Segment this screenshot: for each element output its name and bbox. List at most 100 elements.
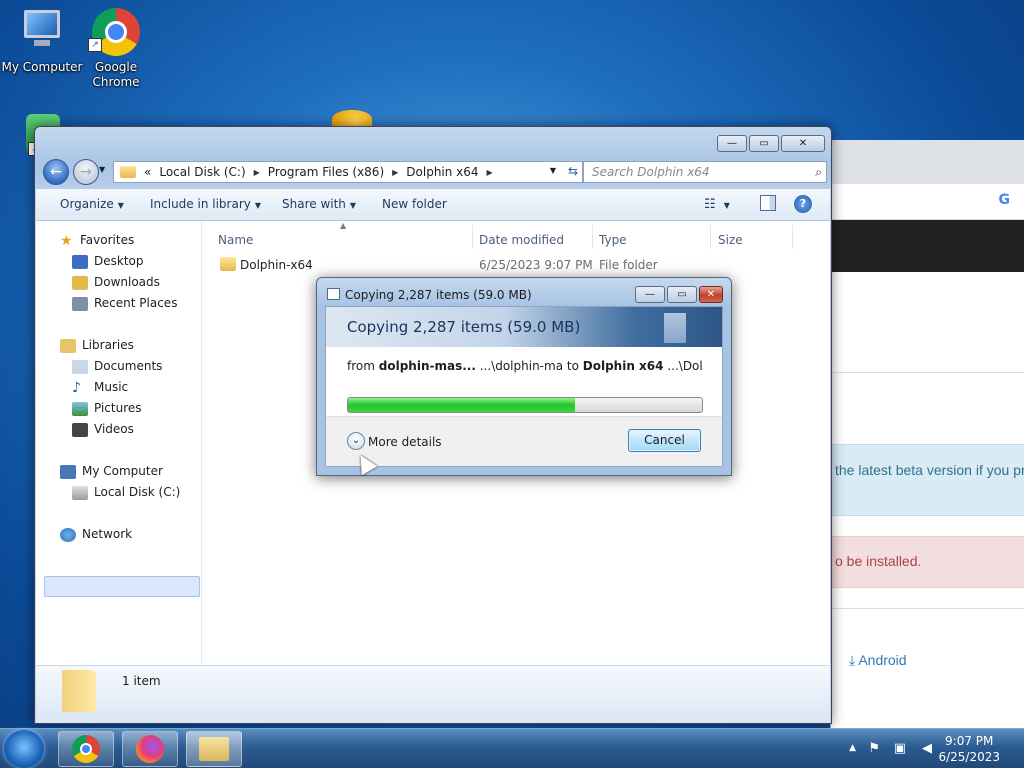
show-hidden-icons-button[interactable]: ▲	[849, 743, 856, 753]
network-icon	[60, 527, 76, 542]
close-button[interactable]: ✕	[699, 286, 723, 303]
help-icon[interactable]: ?	[794, 195, 812, 213]
search-input[interactable]: Search Dolphin x64 ⌕	[583, 161, 827, 183]
to-label: to	[566, 359, 579, 373]
videos-icon	[72, 422, 88, 437]
nav-my-computer[interactable]: My Computer	[60, 461, 163, 482]
window-controls: — ▭ ✕	[717, 135, 825, 152]
column-header-date[interactable]: Date modified	[479, 233, 564, 247]
nav-pictures[interactable]: Pictures	[72, 398, 142, 419]
copy-icon	[327, 288, 340, 300]
nav-documents-label: Documents	[94, 359, 163, 373]
volume-icon[interactable]: ◀	[922, 741, 932, 756]
clock[interactable]: 9:07 PM 6/25/2023	[938, 733, 1000, 765]
firefox-icon	[136, 735, 164, 763]
address-bar[interactable]: « Local Disk (C:) ▶ Program Files (x86) …	[113, 161, 583, 183]
column-divider[interactable]	[792, 225, 793, 249]
nav-desktop[interactable]: Desktop	[72, 251, 144, 272]
maximize-button[interactable]: ▭	[667, 286, 697, 303]
nav-documents[interactable]: Documents	[72, 356, 162, 377]
nav-favorites[interactable]: ★ Favorites	[60, 230, 134, 251]
breadcrumb-dolphin[interactable]: Dolphin x64	[406, 165, 478, 179]
column-divider[interactable]	[592, 225, 593, 249]
close-button[interactable]: ✕	[781, 135, 825, 152]
desktop-icon-google-chrome[interactable]: ↗ Google Chrome	[74, 8, 158, 90]
nav-recent-places[interactable]: Recent Places	[72, 293, 177, 314]
search-icon[interactable]: ⌕	[815, 162, 822, 182]
copy-progress-bar	[347, 397, 703, 413]
source-name[interactable]: dolphin-mas...	[379, 359, 476, 373]
chevron-down-icon: ⌄	[351, 435, 361, 446]
nav-downloads[interactable]: Downloads	[72, 272, 160, 293]
table-row[interactable]: Dolphin-x64 6/25/2023 9:07 PM File folde…	[216, 255, 830, 275]
preview-pane-icon[interactable]	[760, 195, 776, 211]
google-icon[interactable]: G	[999, 192, 1011, 208]
column-header-name[interactable]: Name	[218, 233, 253, 247]
organize-button[interactable]: Organize ▼	[60, 197, 124, 211]
dialog-title: Copying 2,287 items (59.0 MB)	[345, 288, 532, 302]
expand-details-button[interactable]: ⌄	[347, 432, 365, 450]
back-button[interactable]: ←	[43, 159, 69, 185]
nav-local-disk-label: Local Disk (C:)	[94, 485, 181, 499]
chevron-down-icon: ▼	[254, 201, 262, 210]
taskbar-firefox[interactable]	[122, 731, 178, 767]
documents-icon	[72, 359, 88, 374]
refresh-icon[interactable]: ⇆	[568, 164, 578, 178]
navigation-bar: ← → ▼ « Local Disk (C:) ▶ Program Files …	[41, 159, 827, 185]
nav-libraries[interactable]: Libraries	[60, 335, 134, 356]
share-with-button[interactable]: Share with ▼	[282, 197, 356, 211]
nav-videos[interactable]: Videos	[72, 419, 134, 440]
chevron-right-icon[interactable]: ▶	[254, 168, 260, 177]
nav-network[interactable]: Network	[60, 524, 132, 545]
copy-progress-dialog[interactable]: Copying 2,287 items (59.0 MB) — ▭ ✕ Copy…	[316, 277, 732, 476]
pictures-icon	[72, 401, 88, 416]
destination-name[interactable]: Dolphin x64	[583, 359, 664, 373]
taskbar-chrome[interactable]	[58, 731, 114, 767]
start-button[interactable]	[4, 730, 44, 768]
cancel-button[interactable]: Cancel	[628, 429, 701, 452]
document-icon	[664, 313, 686, 343]
column-divider[interactable]	[472, 225, 473, 249]
sort-indicator-icon: ▲	[340, 221, 347, 230]
nav-music[interactable]: ♪ Music	[72, 377, 128, 398]
view-options-icon[interactable]: ☷ ▼	[704, 197, 730, 212]
dialog-heading: Copying 2,287 items (59.0 MB)	[347, 318, 581, 336]
forward-button[interactable]: →	[73, 159, 99, 185]
desktop-icon-my-computer[interactable]: My Computer	[0, 8, 84, 75]
file-name: Dolphin-x64	[240, 258, 313, 272]
share-with-label: Share with	[282, 197, 346, 211]
chevron-right-icon[interactable]: ▶	[487, 168, 493, 177]
taskbar-explorer[interactable]	[186, 731, 242, 767]
breadcrumb-program-files[interactable]: Program Files (x86)	[268, 165, 384, 179]
nav-pictures-label: Pictures	[94, 401, 142, 415]
column-divider[interactable]	[710, 225, 711, 249]
action-center-icon[interactable]: ⚑	[868, 741, 880, 756]
address-dropdown-icon[interactable]: ▼	[550, 166, 556, 175]
column-header-size[interactable]: Size	[718, 233, 743, 247]
from-label: from	[347, 359, 375, 373]
minimize-button[interactable]: —	[717, 135, 747, 152]
info-alert-text: the latest beta version if you pr	[835, 462, 1024, 478]
more-details-label[interactable]: More details	[368, 435, 442, 449]
breadcrumb-local-disk[interactable]: Local Disk (C:)	[159, 165, 245, 179]
android-download-link[interactable]: ⤓ Android	[849, 652, 907, 669]
new-folder-button[interactable]: New folder	[382, 197, 447, 211]
network-icon[interactable]: ▣	[894, 741, 906, 756]
chevron-right-icon[interactable]: ▶	[392, 168, 398, 177]
nav-local-disk[interactable]: Local Disk (C:)	[72, 482, 180, 503]
search-placeholder: Search Dolphin x64	[592, 165, 710, 179]
recent-pages-dropdown[interactable]: ▼	[99, 165, 105, 174]
breadcrumb-overflow[interactable]: «	[144, 165, 151, 179]
browser-window[interactable]: G the latest beta version if you pr o be…	[830, 140, 1024, 728]
file-type: File folder	[599, 258, 658, 272]
recent-places-icon	[72, 296, 88, 311]
minimize-button[interactable]: —	[635, 286, 665, 303]
include-in-library-button[interactable]: Include in library ▼	[150, 197, 261, 211]
chevron-down-icon: ▼	[117, 201, 124, 210]
column-header-type[interactable]: Type	[599, 233, 627, 247]
download-icon: ⤓	[849, 652, 856, 668]
progress-fill	[348, 398, 575, 412]
nav-network-label: Network	[82, 527, 133, 541]
maximize-button[interactable]: ▭	[749, 135, 779, 152]
taskbar: ▲ ⚑ ▣ ◀ 9:07 PM 6/25/2023	[0, 728, 1024, 768]
